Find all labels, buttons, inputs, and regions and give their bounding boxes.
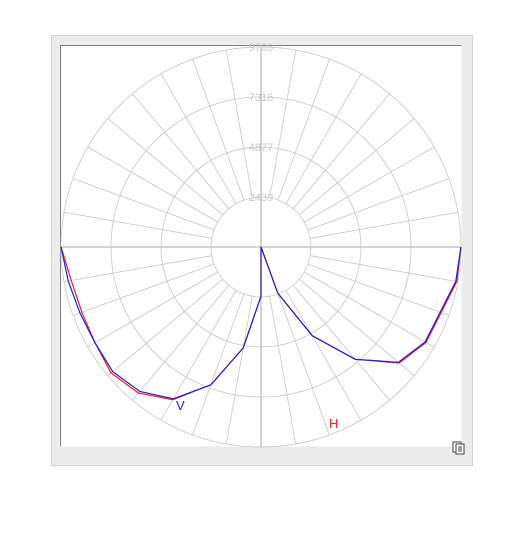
ring-tick-label: 9755 bbox=[249, 42, 273, 54]
spoke-line bbox=[304, 146, 435, 223]
spoke-line bbox=[192, 58, 245, 201]
spoke-line bbox=[285, 73, 362, 204]
ring-tick-label: 7316 bbox=[249, 92, 273, 104]
spoke-line bbox=[285, 290, 362, 421]
spoke-line bbox=[72, 178, 215, 231]
copy-icon[interactable] bbox=[452, 441, 466, 455]
spoke-line bbox=[310, 255, 459, 283]
ring-tick-label: 4877 bbox=[249, 142, 273, 154]
ring-tick-label: 2439 bbox=[249, 192, 273, 204]
spoke-line bbox=[277, 58, 330, 201]
spoke-line bbox=[277, 293, 330, 436]
spoke-line bbox=[225, 49, 253, 198]
spoke-line bbox=[304, 271, 435, 348]
spoke-line bbox=[160, 73, 237, 204]
spoke-line bbox=[269, 49, 297, 198]
polar-chart: 2439 4877 7316 9755 H V bbox=[60, 42, 462, 448]
spoke-line bbox=[87, 271, 218, 348]
spoke-line bbox=[310, 211, 459, 239]
spoke-line bbox=[63, 255, 212, 283]
spoke-line bbox=[87, 146, 218, 223]
spoke-line bbox=[72, 263, 215, 316]
spoke-line bbox=[307, 263, 450, 316]
spoke-line bbox=[63, 211, 212, 239]
spoke-line bbox=[307, 178, 450, 231]
series-label-H: H bbox=[329, 416, 338, 431]
spoke-line bbox=[192, 293, 245, 436]
series-label-V: V bbox=[176, 398, 185, 413]
spoke-line bbox=[225, 296, 253, 445]
spoke-line bbox=[269, 296, 297, 445]
spoke-line bbox=[160, 290, 237, 421]
